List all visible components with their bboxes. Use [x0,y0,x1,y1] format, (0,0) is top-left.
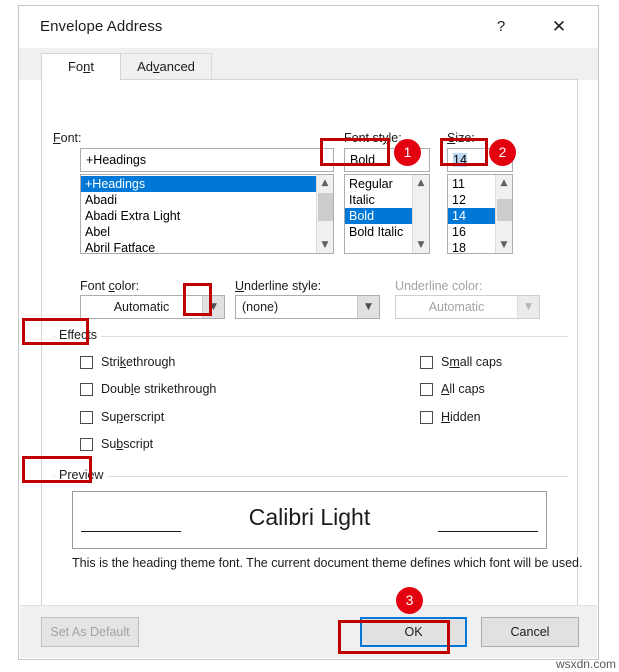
font-listbox[interactable]: +Headings Abadi Abadi Extra Light Abel A… [80,174,334,254]
checkbox-box[interactable] [80,438,93,451]
checkbox-label: Hidden [441,410,481,424]
tab-advanced-label: Advanced [137,59,195,74]
list-item[interactable]: Abel [81,224,333,240]
watermark: wsxdn.com [555,657,616,671]
size-listbox[interactable]: 11 12 14 16 18 ▲ ▼ [447,174,513,254]
tab-font[interactable]: Font [41,53,121,80]
checkbox-label: Strikethrough [101,355,176,369]
chevron-down-icon: ▼ [517,296,539,318]
effects-group-divider [53,336,568,337]
list-item[interactable]: Abril Fatface [81,240,333,253]
underline-style-value: (none) [242,300,279,314]
font-style-input-value: Bold [350,153,376,167]
checkbox-label: Subscript [101,437,154,451]
ok-button[interactable]: OK [360,617,467,647]
annotation-badge-3: 3 [396,587,423,614]
checkbox-box[interactable] [420,411,433,424]
font-color-label: Font color: [80,279,140,293]
set-as-default-button: Set As Default [41,617,139,647]
preview-sample-text: Calibri Light [248,504,371,530]
underline-color-value: Automatic [428,300,485,314]
font-style-list-scrollbar[interactable]: ▲ ▼ [412,175,429,253]
preview-group-label: Preview [55,468,108,482]
underline-style-combo[interactable]: (none) ▼ [235,295,380,319]
underline-color-label: Underline color: [395,279,483,293]
scroll-down-icon[interactable]: ▼ [496,237,512,253]
tab-advanced[interactable]: Advanced [120,53,212,80]
size-list-scrollbar[interactable]: ▲ ▼ [495,175,512,253]
font-color-combo[interactable]: Automatic ▼ [80,295,225,319]
list-item[interactable]: +Headings [81,176,333,192]
scroll-up-icon[interactable]: ▲ [413,175,429,191]
dialog-footer: Set As Default OK Cancel [20,605,597,658]
annotation-badge-2: 2 [489,139,516,166]
list-item[interactable]: Abadi [81,192,333,208]
preview-note: This is the heading theme font. The curr… [72,556,583,570]
preview-group-divider [53,476,568,477]
scrollbar-thumb[interactable] [497,199,512,221]
checkbox-box[interactable] [420,383,433,396]
underline-style-label: Underline style: [235,279,322,293]
envelope-address-dialog: Envelope Address ? ✕ Font Advanced Font:… [18,5,599,660]
scroll-up-icon[interactable]: ▲ [496,175,512,191]
chevron-down-icon[interactable]: ▼ [202,296,224,318]
scroll-down-icon[interactable]: ▼ [317,237,333,253]
preview-box: Calibri Light [72,491,547,549]
scroll-down-icon[interactable]: ▼ [413,237,429,253]
font-color-value: Automatic [113,300,170,314]
checkbox-box[interactable] [420,356,433,369]
underline-color-combo: Automatic ▼ [395,295,540,319]
scrollbar-thumb[interactable] [318,193,333,221]
preview-rule-right [438,531,538,532]
size-label: Size: [447,131,475,145]
font-input-value: +Headings [86,153,147,167]
font-style-listbox[interactable]: Regular Italic Bold Bold Italic ▲ ▼ [344,174,430,254]
checkbox-box[interactable] [80,356,93,369]
cancel-button[interactable]: Cancel [481,617,579,647]
checkbox-box[interactable] [80,411,93,424]
annotation-badge-1: 1 [394,139,421,166]
tab-font-label: Font [67,59,95,74]
checkbox-label: Superscript [101,410,165,424]
checkbox-label: Small caps [441,355,503,369]
effects-group-label: Effects [55,328,101,342]
help-icon[interactable]: ? [486,14,516,40]
preview-rule-left [81,531,181,532]
font-style-label: Font style: [344,131,402,145]
scroll-up-icon[interactable]: ▲ [317,175,333,191]
font-list-scrollbar[interactable]: ▲ ▼ [316,175,333,253]
chevron-down-icon[interactable]: ▼ [357,296,379,318]
font-input[interactable]: +Headings [80,148,334,172]
checkbox-box[interactable] [80,383,93,396]
list-item[interactable]: Abadi Extra Light [81,208,333,224]
checkbox-label: Double strikethrough [101,382,217,396]
font-label: Font: [53,131,82,145]
checkbox-label: All caps [441,382,485,396]
dialog-titlebar: Envelope Address ? ✕ [19,6,598,48]
tab-strip: Font Advanced [19,48,598,80]
size-input-value: 14 [453,153,467,167]
screenshot-root: Envelope Address ? ✕ Font Advanced Font:… [0,0,619,672]
dialog-title: Envelope Address [40,18,163,35]
close-icon[interactable]: ✕ [544,14,574,40]
